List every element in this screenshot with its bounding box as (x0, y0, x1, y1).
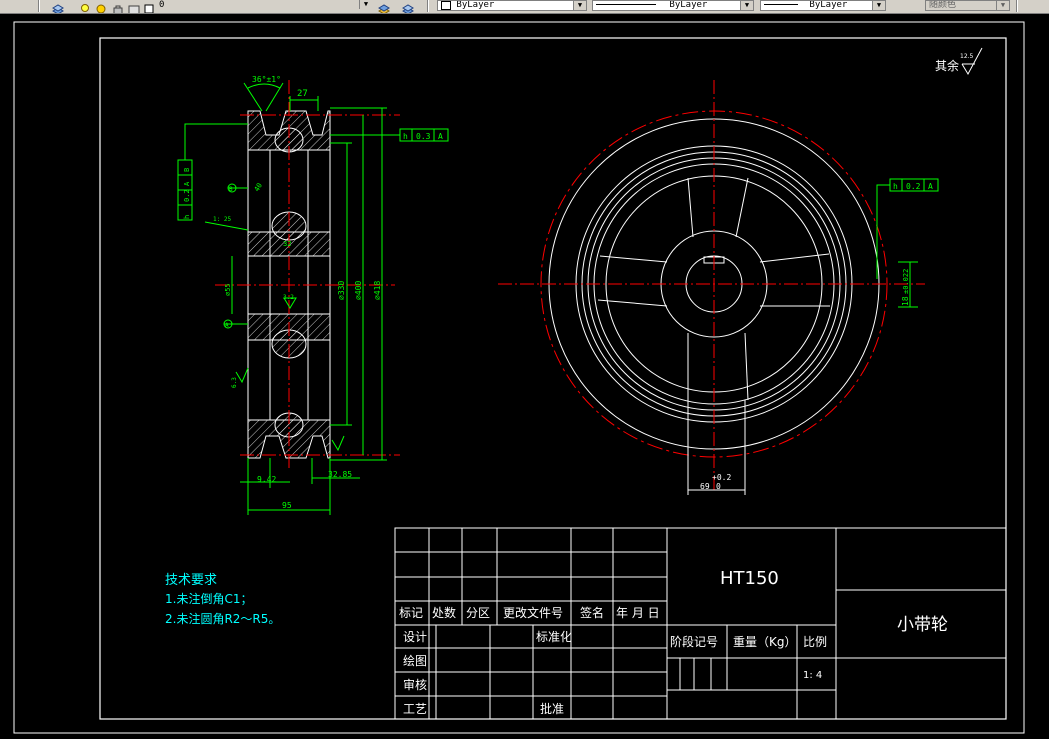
svg-text:40: 40 (253, 182, 264, 193)
svg-text:工艺: 工艺 (403, 702, 427, 716)
svg-text:A: A (438, 132, 443, 141)
svg-text:设计: 设计 (403, 630, 427, 644)
svg-text:9.42: 9.42 (257, 475, 276, 484)
svg-text:处数: 处数 (432, 605, 456, 620)
lineweight-control-dropdown[interactable]: ByLayer ▼ (760, 0, 886, 11)
make-object-layer-current-icon[interactable] (378, 0, 390, 13)
svg-text:0: 0 (716, 482, 721, 491)
layer-name-text[interactable]: 0 (159, 0, 164, 10)
svg-text:批准: 批准 (540, 701, 564, 716)
svg-text:重量（Kg）: 重量（Kg） (733, 635, 797, 649)
linetype-preview-icon (596, 4, 656, 5)
svg-text:0.3: 0.3 (416, 132, 431, 141)
technical-requirements: 技术要求 1.未注倒角C1； 2.未注圆角R2～R5。 (165, 573, 280, 626)
tech-req-line1: 1.未注倒角C1； (165, 591, 252, 606)
drawing-canvas[interactable]: 其余 12.5 36°±1° 27 ⌀330 ⌀400 ⌀418 ⌀55 40 … (0, 13, 1049, 735)
toolbar-separator (427, 0, 429, 12)
toolbar-separator (1016, 0, 1018, 12)
chevron-down-icon: ▼ (872, 1, 885, 10)
svg-text:分区: 分区 (466, 606, 490, 620)
front-view-centerlines (498, 80, 925, 490)
plot-icon[interactable] (128, 0, 140, 13)
svg-text:阶段记号: 阶段记号 (670, 634, 718, 649)
layer-previous-icon[interactable] (402, 0, 414, 13)
svg-text:⌀330: ⌀330 (337, 281, 346, 300)
svg-text:32: 32 (283, 240, 291, 248)
roughness-value: 12.5 (960, 53, 974, 60)
color-swatch-icon (441, 1, 451, 10)
sun-freeze-icon[interactable] (95, 0, 107, 13)
svg-text:±0.022: ±0.022 (902, 269, 910, 294)
layer-manager-icon[interactable] (52, 0, 64, 13)
svg-text:h: h (183, 215, 191, 219)
svg-text:0.2: 0.2 (183, 189, 191, 202)
color-control-dropdown[interactable]: ByLayer ▼ (437, 0, 587, 11)
svg-text:B: B (229, 186, 233, 193)
svg-text:0.2: 0.2 (906, 182, 921, 191)
lineweight-control-value: ByLayer (809, 0, 848, 10)
plotstyle-control-dropdown: 随颜色 ▼ (925, 0, 1010, 11)
svg-text:27: 27 (297, 89, 308, 99)
svg-text:标记: 标记 (399, 606, 423, 620)
color-control-value: ByLayer (456, 0, 495, 10)
svg-text:3.2: 3.2 (283, 294, 294, 301)
svg-text:比例: 比例 (803, 635, 827, 649)
svg-text:36°±1°: 36°±1° (252, 75, 281, 84)
roughness-symbol: 其余 12.5 (935, 47, 983, 76)
toolbar-separator (38, 0, 40, 12)
svg-text:18: 18 (901, 296, 910, 306)
tech-req-title: 技术要求 (165, 573, 217, 588)
svg-text:32.85: 32.85 (328, 470, 352, 479)
svg-text:审核: 审核 (403, 677, 427, 692)
svg-text:h: h (403, 132, 408, 141)
svg-text:B: B (183, 168, 191, 172)
svg-text:A: A (183, 181, 191, 186)
tech-req-line2: 2.未注圆角R2～R5。 (165, 611, 280, 626)
svg-text:1: 4: 1: 4 (803, 670, 822, 681)
svg-text:69: 69 (700, 482, 710, 491)
svg-text:更改文件号: 更改文件号 (503, 605, 563, 620)
svg-text:⌀418: ⌀418 (373, 281, 382, 300)
linetype-control-dropdown[interactable]: ByLayer ▼ (592, 0, 754, 11)
svg-text:年 月 日: 年 月 日 (616, 606, 660, 620)
lightbulb-icon[interactable] (80, 0, 92, 12)
svg-text:95: 95 (282, 501, 292, 510)
front-view-dim-text: h 0.2 A 18 ±0.022 69 +0.2 0 (700, 182, 933, 491)
svg-text:+0.2: +0.2 (712, 473, 731, 482)
chevron-down-icon: ▼ (740, 1, 753, 10)
part-name-label: 小带轮 (897, 615, 948, 635)
side-section-view (215, 80, 400, 470)
roughness-label: 其余 (935, 58, 959, 73)
material-label: HT150 (720, 568, 779, 589)
lineweight-preview-icon (764, 4, 798, 5)
svg-text:A: A (928, 182, 933, 191)
plotstyle-control-value: 随颜色 (929, 0, 957, 10)
layer-dropdown-arrow[interactable]: ▼ (300, 0, 372, 11)
outer-border (13, 21, 1025, 734)
svg-text:标准化: 标准化 (536, 630, 572, 644)
properties-toolbar: 0 ▼ ByLayer ▼ ByLayer ▼ ByLayer ▼ 随颜色 ▼ (0, 0, 1049, 14)
svg-text:⌀400: ⌀400 (354, 281, 363, 300)
lock-icon[interactable] (112, 0, 124, 13)
chevron-down-icon: ▼ (996, 1, 1009, 10)
svg-text:A: A (225, 322, 229, 329)
svg-text:⌀55: ⌀55 (224, 283, 232, 296)
layer-color-swatch-icon[interactable] (143, 0, 155, 13)
svg-text:h: h (893, 182, 898, 191)
linetype-control-value: ByLayer (669, 0, 708, 10)
chevron-down-icon: ▼ (573, 1, 586, 10)
svg-text:6.3: 6.3 (231, 377, 238, 388)
svg-text:绘图: 绘图 (403, 653, 427, 668)
svg-text:签名: 签名 (580, 605, 604, 620)
svg-text:1: 25: 1: 25 (213, 216, 231, 223)
